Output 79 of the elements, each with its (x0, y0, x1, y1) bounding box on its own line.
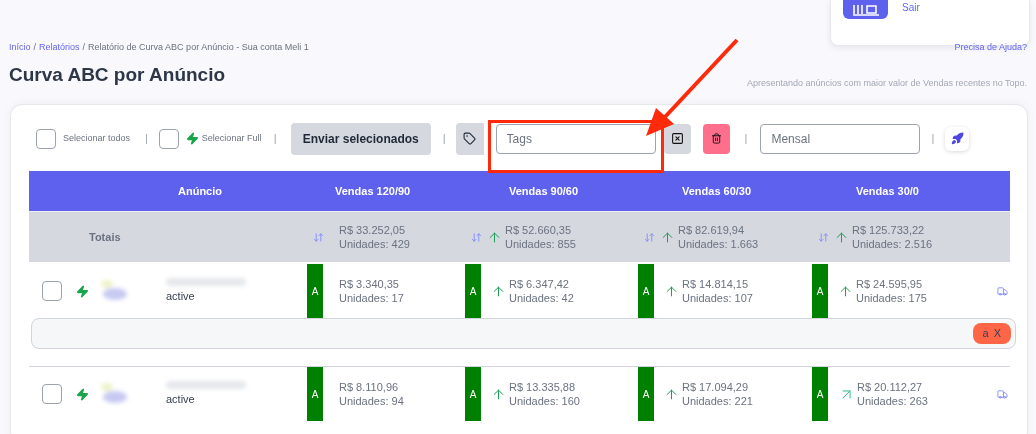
checkbox[interactable] (42, 281, 62, 301)
sales-value: R$ 6.347,42 (509, 277, 570, 291)
units-count: Unidades: 1.663 (678, 237, 759, 251)
rocket-icon (950, 132, 964, 145)
units-count: Unidades: 263 (857, 394, 928, 408)
status-text: active (166, 391, 196, 407)
breadcrumb-current: Relatório de Curva ABC por Anúncio - Sua conta Meli 1 (88, 41, 309, 55)
units-count: Unidades: 221 (682, 394, 753, 408)
select-all-label: Selecionar todos (63, 131, 132, 145)
sales-value: R$ 17.094,29 (682, 380, 750, 394)
grade-badge: A (812, 264, 828, 318)
grade-badge: A (307, 367, 323, 421)
grade-badge: A (465, 367, 481, 421)
rocket-button[interactable] (945, 126, 970, 151)
units-count: Unidades: 107 (682, 291, 753, 305)
sort-icon[interactable] (644, 231, 655, 243)
grade-badge: A (638, 264, 654, 318)
column-header: Anúncio (177, 183, 223, 199)
sort-icon[interactable] (818, 231, 829, 243)
tag-button[interactable] (455, 122, 484, 155)
units-count: Unidades: 855 (505, 237, 576, 251)
breadcrumb-link[interactable]: Relatórios (39, 41, 80, 55)
help-link[interactable]: Precisa de Ajuda? (954, 41, 1027, 55)
divider-text: | (442, 131, 446, 147)
tag-label: a (982, 326, 989, 342)
close-icon (670, 132, 684, 145)
trash-icon (710, 133, 722, 144)
sort-icon[interactable] (471, 231, 482, 243)
column-header: Vendas 60/30 (681, 183, 753, 199)
sales-value: R$ 52.660,35 (505, 223, 573, 237)
divider-text: | (273, 131, 277, 147)
units-count: Unidades: 160 (509, 394, 580, 408)
checkbox[interactable] (158, 128, 179, 149)
sales-value: R$ 3.340,35 (339, 277, 400, 291)
units-count: Unidades: 94 (339, 394, 404, 408)
tag-icon (463, 132, 477, 145)
delete-button[interactable] (702, 123, 730, 154)
sales-value: R$ 13.335,88 (509, 380, 577, 394)
column-header: Vendas 30/0 (855, 183, 920, 199)
grade-badge: A (465, 264, 481, 318)
grade-badge: A (307, 264, 323, 318)
sales-value: R$ 8.110,96 (339, 380, 400, 394)
page-title: Curva ABC por Anúncio (9, 65, 226, 84)
logout-link[interactable]: Sair (902, 0, 920, 15)
grade-badge: A (638, 367, 654, 421)
checkbox[interactable] (36, 128, 56, 149)
bolt-icon (185, 132, 199, 145)
grade-badge: A (812, 367, 828, 421)
status-text: active (166, 288, 196, 304)
sales-value: R$ 33.252,05 (339, 223, 407, 237)
totals-label: Totais (88, 229, 122, 245)
units-count: Unidades: 429 (339, 237, 410, 251)
divider-text: | (744, 131, 748, 147)
sales-value: R$ 125.733,22 (852, 223, 926, 237)
units-count: Unidades: 175 (856, 291, 927, 305)
column-header: Vendas 120/90 (334, 183, 412, 199)
select-full-label: Selecionar Full (201, 131, 263, 145)
truck-icon (997, 388, 1008, 400)
sales-value: R$ 82.619,94 (678, 223, 746, 237)
sort-icon[interactable] (313, 231, 324, 243)
checkbox[interactable] (42, 384, 62, 404)
sales-value: R$ 24.595,95 (856, 277, 924, 291)
tags-field[interactable]: Tags (495, 123, 656, 154)
period-field[interactable]: Mensal (760, 123, 921, 154)
page-subtitle: Apresentando anúncios com maior valor de Vendas recentes no Topo. (747, 76, 1027, 90)
breadcrumb-link[interactable]: Início (9, 41, 31, 55)
tag-remove[interactable]: X (993, 325, 1001, 342)
breadcrumb-separator: / (32, 41, 38, 55)
units-count: Unidades: 2.516 (852, 237, 933, 251)
units-count: Unidades: 42 (509, 291, 574, 305)
divider-text: | (931, 131, 935, 147)
divider-text: | (145, 131, 148, 147)
sales-value: R$ 14.814,15 (682, 277, 750, 291)
send-selected-button[interactable]: Enviar selecionados (290, 122, 431, 155)
column-header: Vendas 90/60 (508, 183, 580, 199)
breadcrumb-separator: / (81, 41, 87, 55)
sales-value: R$ 20.112,27 (857, 380, 924, 394)
truck-icon (997, 285, 1008, 297)
units-count: Unidades: 17 (339, 291, 404, 305)
